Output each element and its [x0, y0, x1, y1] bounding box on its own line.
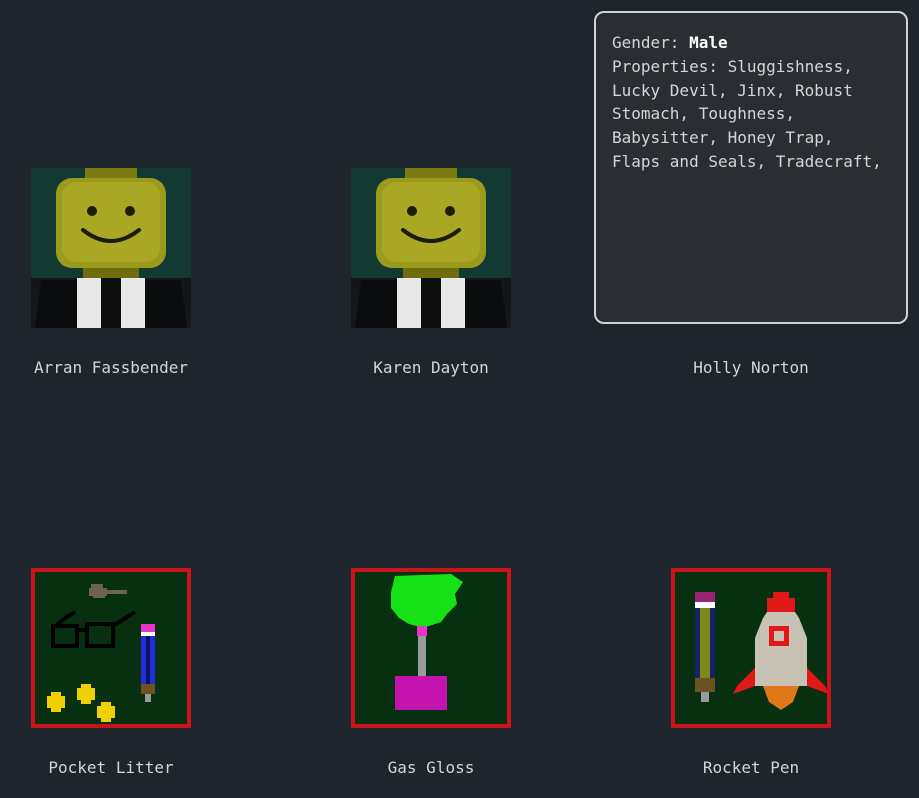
item-card-gas-gloss[interactable]	[351, 568, 511, 728]
lego-minifig-portrait-icon	[31, 168, 191, 328]
item-card-rocket-pen[interactable]	[671, 568, 831, 728]
lego-minifig-portrait-icon	[351, 168, 511, 328]
item-card-pocket-litter[interactable]	[31, 568, 191, 728]
glasses-key-pencil-coins-icon	[31, 568, 191, 728]
tooltip-gender-line: Gender: Male	[612, 31, 890, 55]
character-card-arran[interactable]	[31, 168, 191, 328]
gas-gloss-plant-icon	[351, 568, 511, 728]
character-name-arran: Arran Fassbender	[33, 358, 189, 377]
item-name-pocket-litter: Pocket Litter	[48, 758, 174, 777]
character-name-holly: Holly Norton	[693, 358, 809, 377]
rocket-pen-icon	[671, 568, 831, 728]
item-name-gas-gloss: Gas Gloss	[387, 758, 475, 777]
item-name-rocket-pen: Rocket Pen	[702, 758, 800, 777]
character-inventory-screen: Arran Fassbender Karen Dayton Gender: Ma…	[0, 0, 919, 798]
character-tooltip: Gender: Male Properties: Sluggishness, L…	[594, 11, 908, 324]
character-card-karen[interactable]	[351, 168, 511, 328]
tooltip-properties-line: Properties: Sluggishness, Lucky Devil, J…	[612, 55, 890, 174]
tooltip-gender-value: Male	[689, 33, 728, 52]
tooltip-properties-label: Properties:	[612, 56, 718, 76]
character-name-karen: Karen Dayton	[373, 358, 489, 377]
tooltip-gender-label: Gender:	[612, 33, 680, 52]
